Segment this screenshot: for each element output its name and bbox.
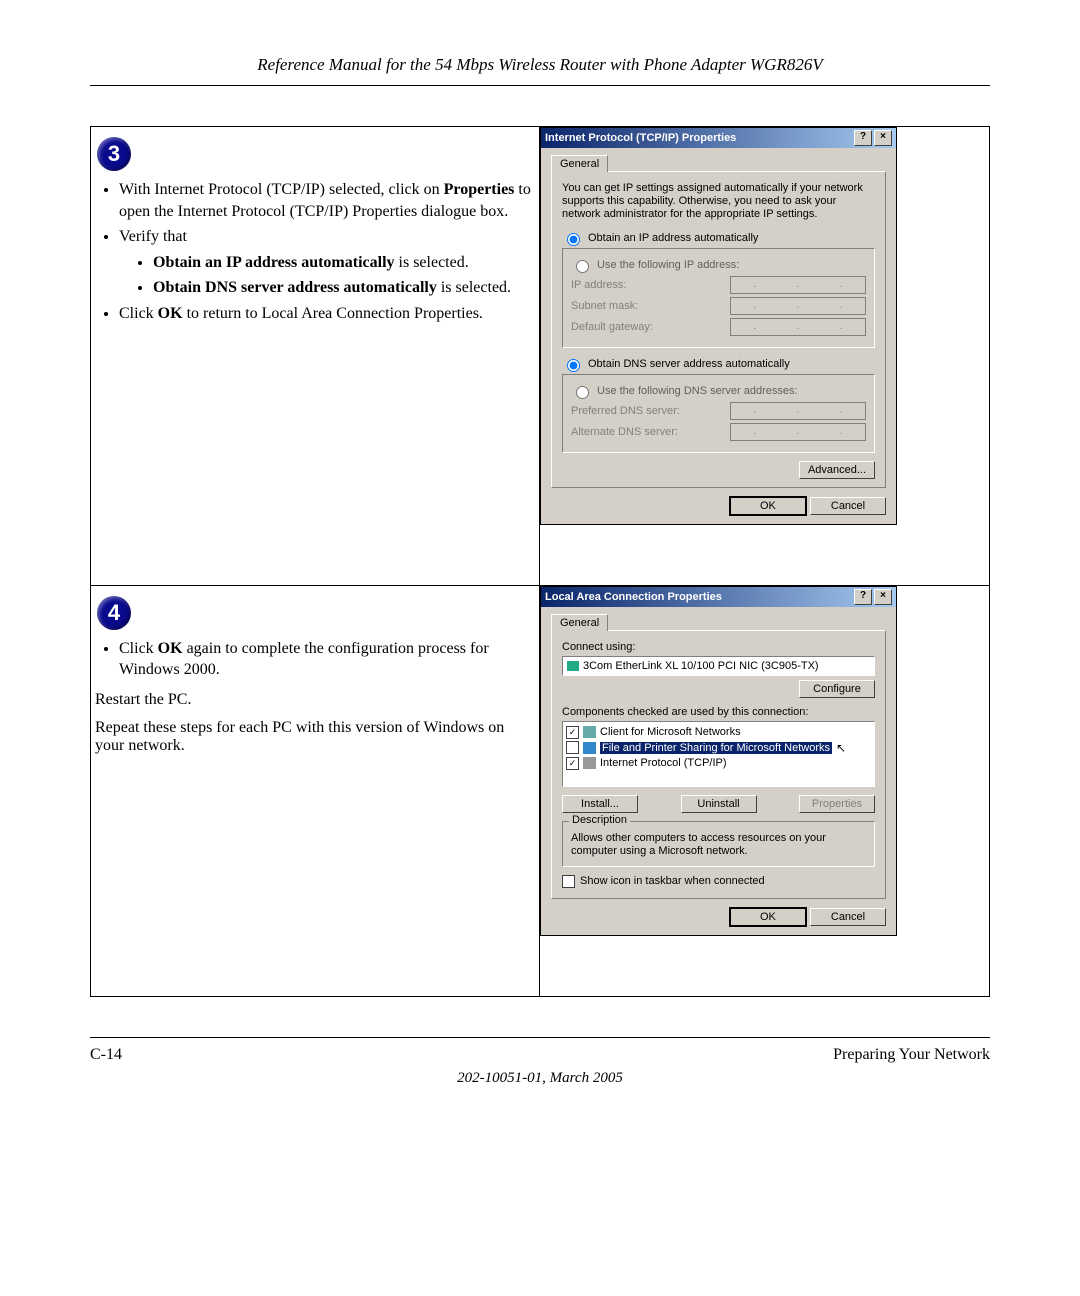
- steps-table: 3 With Internet Protocol (TCP/IP) select…: [90, 126, 990, 997]
- cursor-icon: ↖: [836, 741, 846, 755]
- page-number: C-14: [90, 1046, 122, 1064]
- restart-text: Restart the PC.: [95, 691, 535, 709]
- doc-header: Reference Manual for the 54 Mbps Wireles…: [90, 55, 990, 86]
- default-gateway-field: ...: [730, 318, 866, 336]
- doc-footer: C-14 Preparing Your Network: [90, 1037, 990, 1064]
- radio-auto-ip[interactable]: [567, 233, 580, 246]
- radio-manual-ip[interactable]: [576, 260, 589, 273]
- radio-auto-dns[interactable]: [567, 359, 580, 372]
- client-icon: [583, 726, 596, 738]
- uninstall-button[interactable]: Uninstall: [681, 795, 757, 813]
- configure-button[interactable]: Configure: [799, 680, 875, 698]
- tcpip-desc: You can get IP settings assigned automat…: [562, 182, 875, 222]
- step-badge-3: 3: [97, 137, 131, 171]
- ok-button[interactable]: OK: [729, 496, 807, 516]
- repeat-text: Repeat these steps for each PC with this…: [95, 719, 535, 755]
- cancel-button[interactable]: Cancel: [810, 908, 886, 926]
- show-icon-checkbox[interactable]: [562, 875, 575, 888]
- components-list[interactable]: ✓Client for Microsoft Networks File and …: [562, 721, 875, 787]
- tab-general[interactable]: General: [551, 155, 608, 172]
- ip-address-field: ...: [730, 276, 866, 294]
- properties-button[interactable]: Properties: [799, 795, 875, 813]
- tcpip-dialog: Internet Protocol (TCP/IP) Properties ? …: [540, 127, 897, 525]
- publication-id: 202-10051-01, March 2005: [90, 1070, 990, 1087]
- nic-icon: [567, 661, 579, 671]
- step-badge-4: 4: [97, 596, 131, 630]
- step4-bullets: Click OK again to complete the configura…: [95, 638, 535, 681]
- lac-title: Local Area Connection Properties: [545, 591, 722, 603]
- tcpip-title: Internet Protocol (TCP/IP) Properties: [545, 132, 736, 144]
- tab-general[interactable]: General: [551, 614, 608, 631]
- install-button[interactable]: Install...: [562, 795, 638, 813]
- cancel-button[interactable]: Cancel: [810, 497, 886, 515]
- advanced-button[interactable]: Advanced...: [799, 461, 875, 479]
- alternate-dns-field: ...: [730, 423, 866, 441]
- subnet-mask-field: ...: [730, 297, 866, 315]
- close-icon[interactable]: ×: [874, 130, 892, 146]
- tcpip-icon: [583, 757, 596, 769]
- step3-bullets: With Internet Protocol (TCP/IP) selected…: [95, 179, 535, 325]
- help-icon[interactable]: ?: [854, 589, 872, 605]
- help-icon[interactable]: ?: [854, 130, 872, 146]
- ok-button[interactable]: OK: [729, 907, 807, 927]
- nic-display: 3Com EtherLink XL 10/100 PCI NIC (3C905-…: [562, 656, 875, 676]
- fileshare-icon: [583, 742, 596, 754]
- radio-manual-dns[interactable]: [576, 386, 589, 399]
- preferred-dns-field: ...: [730, 402, 866, 420]
- lac-dialog: Local Area Connection Properties ? × Gen…: [540, 586, 897, 936]
- selected-component[interactable]: File and Printer Sharing for Microsoft N…: [600, 742, 832, 754]
- component-description: Allows other computers to access resourc…: [571, 832, 866, 858]
- close-icon[interactable]: ×: [874, 589, 892, 605]
- section-name: Preparing Your Network: [833, 1046, 990, 1064]
